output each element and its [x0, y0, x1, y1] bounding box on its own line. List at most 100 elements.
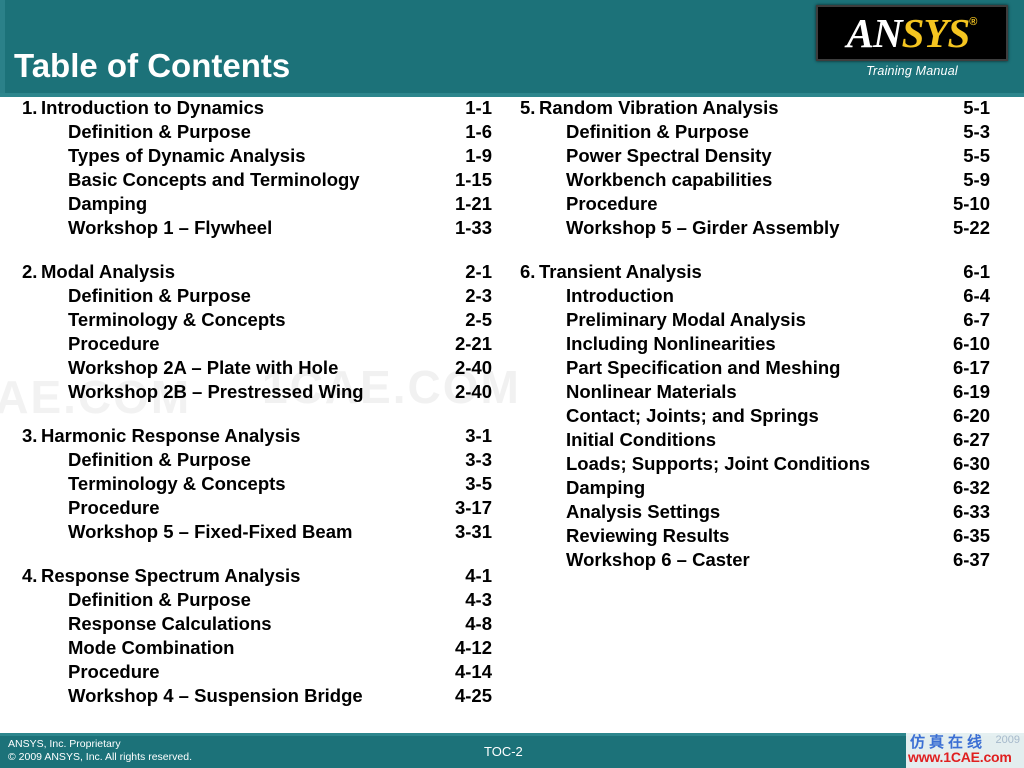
toc-entry-label: Reviewing Results: [566, 525, 730, 546]
toc-entry-page: 6-10: [952, 333, 990, 354]
toc-entry[interactable]: Definition & Purpose 4-3: [22, 589, 492, 613]
toc-entry[interactable]: Initial Conditions 6-27: [520, 429, 990, 453]
toc-entry-page: 4-25: [454, 685, 492, 706]
toc-entry-label: Power Spectral Density: [566, 145, 772, 166]
toc-section-heading[interactable]: 1. Introduction to Dynamics 1-1: [22, 97, 492, 121]
toc-entry-label: Preliminary Modal Analysis: [566, 309, 806, 330]
toc-entry-page: 6-32: [952, 477, 990, 498]
toc-section-page: 2-1: [465, 261, 492, 282]
toc-entry[interactable]: Workshop 4 – Suspension Bridge 4-25: [22, 685, 492, 709]
toc-entry-page: 1-15: [454, 169, 492, 190]
toc-entry[interactable]: Damping 6-32: [520, 477, 990, 501]
toc-entry[interactable]: Workshop 2A – Plate with Hole 2-40: [22, 357, 492, 381]
toc-entry-page: 1-9: [465, 145, 492, 166]
toc-entry-label: Damping: [68, 193, 148, 214]
toc-entry-page: 4-14: [454, 661, 492, 682]
toc-entry-label: Definition & Purpose: [68, 121, 251, 142]
site-watermark-url: www.1CAE.com: [908, 749, 1012, 765]
toc-entry-page: 5-9: [963, 169, 990, 190]
toc-entry[interactable]: Power Spectral Density 5-5: [520, 145, 990, 169]
toc-section-heading[interactable]: 3. Harmonic Response Analysis 3-1: [22, 425, 492, 449]
toc-section-heading[interactable]: 2. Modal Analysis 2-1: [22, 261, 492, 285]
table-of-contents: 1. Introduction to Dynamics 1-1 Definition …: [0, 97, 1024, 733]
toc-entry[interactable]: Response Calculations 4-8: [22, 613, 492, 637]
slide-footer: ANSYS, Inc. Proprietary © 2009 ANSYS, In…: [0, 733, 1024, 768]
toc-entry[interactable]: Part Specification and Meshing 6-17: [520, 357, 990, 381]
toc-entry[interactable]: Definition & Purpose 1-6: [22, 121, 492, 145]
toc-section-number: 1.: [22, 97, 38, 118]
toc-entry-page: 2-5: [465, 309, 492, 330]
toc-entry[interactable]: Mode Combination 4-12: [22, 637, 492, 661]
page-title: Table of Contents: [14, 47, 291, 84]
toc-entry[interactable]: Terminology & Concepts 2-5: [22, 309, 492, 333]
toc-section-page: 1-1: [465, 97, 492, 118]
toc-entry-label: Response Calculations: [68, 613, 272, 634]
toc-entry[interactable]: Basic Concepts and Terminology 1-15: [22, 169, 492, 193]
toc-entry[interactable]: Reviewing Results 6-35: [520, 525, 990, 549]
toc-entry-page: 2-21: [454, 333, 492, 354]
toc-entry[interactable]: Workbench capabilities 5-9: [520, 169, 990, 193]
toc-entry[interactable]: Procedure 2-21: [22, 333, 492, 357]
header-left-stripe: [0, 0, 5, 97]
toc-entry[interactable]: Definition & Purpose 2-3: [22, 285, 492, 309]
toc-entry-page: 6-37: [952, 549, 990, 570]
toc-entry-page: 5-10: [952, 193, 990, 214]
toc-section-heading[interactable]: 5. Random Vibration Analysis 5-1: [520, 97, 990, 121]
toc-entry-page: 6-27: [952, 429, 990, 450]
ansys-logo: AN SYS ® Training Manual: [816, 5, 1008, 78]
toc-entry[interactable]: Introduction 6-4: [520, 285, 990, 309]
toc-section-title: Introduction to Dynamics: [41, 97, 265, 118]
toc-entry-label: Definition & Purpose: [68, 285, 251, 306]
proprietary-line: ANSYS, Inc. Proprietary: [8, 738, 121, 750]
toc-entry-label: Types of Dynamic Analysis: [68, 145, 306, 166]
toc-entry-page: 2-40: [454, 381, 492, 402]
toc-entry[interactable]: Nonlinear Materials 6-19: [520, 381, 990, 405]
toc-entry[interactable]: Damping 1-21: [22, 193, 492, 217]
toc-entry-label: Workshop 2B – Prestressed Wing: [68, 381, 364, 402]
toc-entry-page: 6-17: [952, 357, 990, 378]
toc-entry[interactable]: Definition & Purpose 3-3: [22, 449, 492, 473]
toc-section: 5. Random Vibration Analysis 5-1 Definition…: [520, 97, 990, 241]
toc-entry-page: 4-8: [465, 613, 492, 634]
toc-entry-label: Procedure: [68, 333, 160, 354]
site-watermark: 2009 仿真在线 www.1CAE.com: [906, 730, 1024, 768]
toc-entry[interactable]: Procedure 3-17: [22, 497, 492, 521]
toc-entry[interactable]: Procedure 4-14: [22, 661, 492, 685]
toc-entry-page: 3-3: [465, 449, 492, 470]
toc-entry[interactable]: Workshop 1 – Flywheel 1-33: [22, 217, 492, 241]
toc-entry[interactable]: Loads; Supports; Joint Conditions 6-30: [520, 453, 990, 477]
toc-entry-label: Part Specification and Meshing: [566, 357, 841, 378]
header-bottom-edge: [0, 93, 1024, 97]
toc-section: 1. Introduction to Dynamics 1-1 Definition …: [22, 97, 492, 241]
toc-entry-label: Workshop 2A – Plate with Hole: [68, 357, 339, 378]
toc-entry[interactable]: Preliminary Modal Analysis 6-7: [520, 309, 990, 333]
toc-entry[interactable]: Workshop 6 – Caster 6-37: [520, 549, 990, 573]
ansys-logo-box: AN SYS ®: [816, 5, 1008, 61]
toc-entry[interactable]: Workshop 2B – Prestressed Wing 2-40: [22, 381, 492, 405]
toc-entry[interactable]: Types of Dynamic Analysis 1-9: [22, 145, 492, 169]
toc-section: 3. Harmonic Response Analysis 3-1 Definitio…: [22, 425, 492, 545]
toc-entry[interactable]: Workshop 5 – Fixed-Fixed Beam 3-31: [22, 521, 492, 545]
toc-entry-label: Procedure: [566, 193, 658, 214]
toc-entry-label: Definition & Purpose: [566, 121, 749, 142]
toc-section-title: Transient Analysis: [539, 261, 702, 282]
toc-entry[interactable]: Definition & Purpose 5-3: [520, 121, 990, 145]
toc-entry[interactable]: Procedure 5-10: [520, 193, 990, 217]
toc-entry-page: 2-3: [465, 285, 492, 306]
toc-section-heading[interactable]: 6. Transient Analysis 6-1: [520, 261, 990, 285]
toc-entry-page: 5-22: [952, 217, 990, 238]
toc-entry-label: Definition & Purpose: [68, 449, 251, 470]
toc-entry-page: 6-4: [963, 285, 990, 306]
toc-entry-page: 6-30: [952, 453, 990, 474]
toc-entry[interactable]: Terminology & Concepts 3-5: [22, 473, 492, 497]
toc-entry[interactable]: Workshop 5 – Girder Assembly 5-22: [520, 217, 990, 241]
toc-entry[interactable]: Contact; Joints; and Springs 6-20: [520, 405, 990, 429]
toc-entry-label: Workshop 5 – Girder Assembly: [566, 217, 840, 238]
toc-entry[interactable]: Analysis Settings 6-33: [520, 501, 990, 525]
toc-entry[interactable]: Including Nonlinearities 6-10: [520, 333, 990, 357]
toc-entry-label: Workshop 1 – Flywheel: [68, 217, 273, 238]
toc-entry-page: 2-40: [454, 357, 492, 378]
toc-section-heading[interactable]: 4. Response Spectrum Analysis 4-1: [22, 565, 492, 589]
site-watermark-ghost: 2009: [995, 734, 1020, 746]
toc-section: 4. Response Spectrum Analysis 4-1 Definitio…: [22, 565, 492, 709]
